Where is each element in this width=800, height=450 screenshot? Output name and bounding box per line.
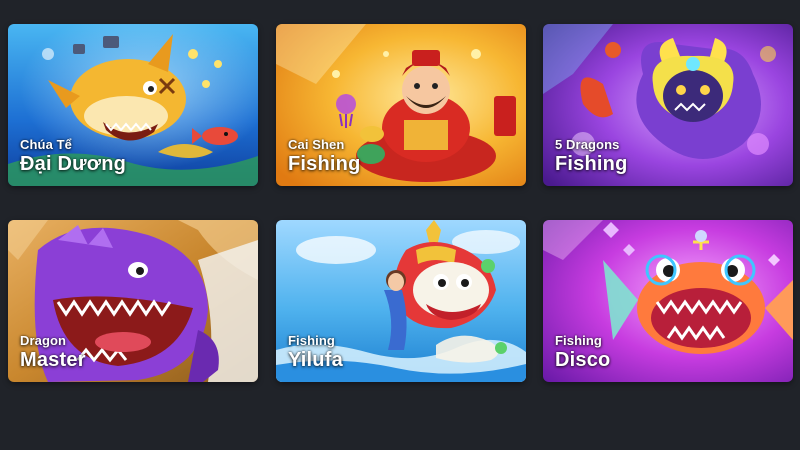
- game-title: Yilufa: [288, 349, 343, 371]
- game-caption: Fishing Yilufa: [288, 334, 343, 370]
- game-caption: Chúa Tể Đại Dương: [20, 138, 126, 174]
- game-caption: Fishing Disco: [555, 334, 610, 370]
- game-caption: Dragon Master: [20, 334, 86, 370]
- game-subtitle: Cai Shen: [288, 137, 345, 152]
- game-subtitle: Chúa Tể: [20, 137, 72, 152]
- game-title: Fishing: [288, 153, 361, 175]
- game-title: Đại Dương: [20, 153, 127, 175]
- game-grid: Chúa Tể Đại Dương Cai Shen Fishing 5 Dra…: [0, 0, 800, 450]
- game-subtitle: Dragon: [20, 333, 67, 348]
- game-card-dai-duong[interactable]: Chúa Tể Đại Dương: [8, 24, 258, 186]
- game-card-dragon-master[interactable]: Dragon Master: [8, 220, 258, 382]
- game-title: Master: [20, 349, 86, 371]
- game-subtitle: 5 Dragons: [555, 137, 620, 152]
- game-subtitle: Fishing: [555, 333, 602, 348]
- game-title: Disco: [555, 349, 611, 371]
- game-subtitle: Fishing: [288, 333, 335, 348]
- game-card-fishing-yilufa[interactable]: Fishing Yilufa: [276, 220, 526, 382]
- game-card-5-dragons-fishing[interactable]: 5 Dragons Fishing: [543, 24, 793, 186]
- game-card-fishing-disco[interactable]: Fishing Disco: [543, 220, 793, 382]
- game-title: Fishing: [555, 153, 628, 175]
- game-card-cai-shen-fishing[interactable]: Cai Shen Fishing: [276, 24, 526, 186]
- game-caption: Cai Shen Fishing: [288, 138, 361, 174]
- game-caption: 5 Dragons Fishing: [555, 138, 628, 174]
